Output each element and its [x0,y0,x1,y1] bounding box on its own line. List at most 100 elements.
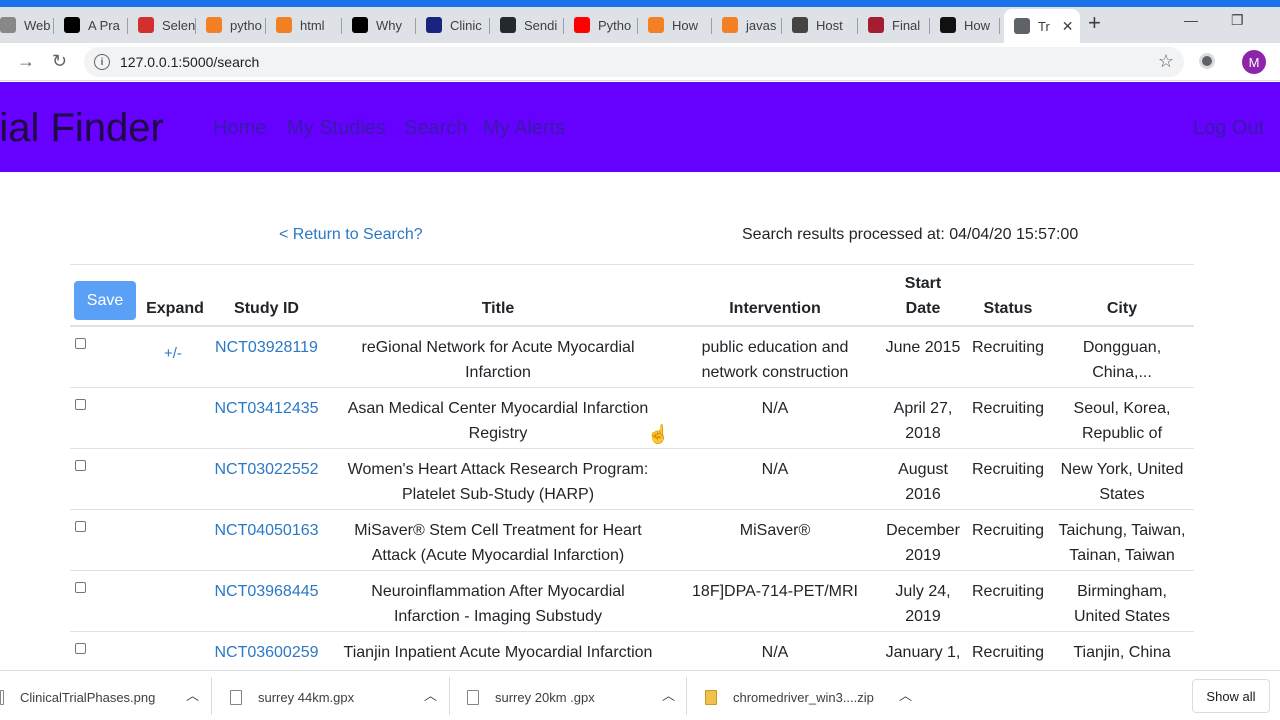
stackoverflow-icon [648,17,664,33]
study-title-line: Attack (Acute Myocardial Infarction) [371,547,625,564]
row-select-checkbox[interactable] [75,521,86,532]
row-select-checkbox[interactable] [75,582,86,593]
restore-icon[interactable]: ❐ [1231,12,1244,29]
download-separator [449,677,450,715]
study-city: Dongguan, China,... [1054,335,1190,385]
github-icon [500,17,516,33]
study-intervention: N/A [675,457,875,482]
download-filename: ClinicalTrialPhases.png [20,689,156,705]
nav-search[interactable]: Search [404,117,467,140]
return-to-search-link[interactable]: < Return to Search? [279,226,423,244]
download-item[interactable]: chromedriver_win3....zip [705,677,874,717]
download-item[interactable]: ClinicalTrialPhases.png [0,677,155,717]
browser-tab[interactable]: How [642,9,712,41]
study-start-date-line: June 2015 [885,339,961,356]
file-icon [230,689,242,705]
study-start-date: January 1, 2018 [880,640,966,669]
nav-my-alerts[interactable]: My Alerts [483,117,565,140]
chevron-up-icon[interactable]: ︿ [662,685,675,704]
study-id-link[interactable]: NCT04050163 [210,518,323,543]
download-item[interactable]: surrey 44km.gpx [230,677,354,717]
tab-label: Web [24,17,51,33]
study-id-link[interactable]: NCT03928119 [210,335,323,360]
browser-toolbar: → ↻ i 127.0.0.1:5000/search ☆ [0,43,1280,81]
youtube-icon [574,17,590,33]
expand-toggle[interactable]: +/- [164,345,182,362]
forward-icon[interactable]: → [17,51,35,72]
study-intervention: 18F]DPA-714-PET/MRI [675,579,875,604]
save-button[interactable]: Save [74,281,136,320]
url-text[interactable]: 127.0.0.1:5000/search [120,54,259,70]
bookmark-star-icon[interactable]: ☆ [1158,51,1174,72]
tab-label: Tr [1038,18,1050,34]
browser-tab[interactable]: Final [862,9,930,41]
col-study-id: Study ID [234,300,299,317]
study-status: Recruiting [971,339,1045,356]
browser-tab[interactable]: Selen [132,9,196,41]
site-brand[interactable]: rial Finder [0,106,164,151]
row-select-checkbox[interactable] [75,460,86,471]
study-id-link[interactable]: NCT03412435 [210,396,323,421]
browser-tab[interactable]: Web [0,9,54,41]
nav-my-studies[interactable]: My Studies [287,117,386,140]
harvard-icon [868,17,884,33]
study-intervention: MiSaver® [675,518,875,543]
browser-tab[interactable]: Clinic [420,9,490,41]
close-tab-icon[interactable]: ✕ [1062,18,1074,35]
browser-tab[interactable]: Why [346,9,416,41]
profile-avatar[interactable]: M [1242,50,1266,74]
show-all-downloads-button[interactable]: Show all [1192,679,1270,713]
extension-icon[interactable] [1199,53,1215,69]
browser-tab[interactable]: Host [786,9,858,41]
browser-tab[interactable]: javas [716,9,782,41]
table-row: NCT04050163 MiSaver® Stem Cell Treatment … [70,510,1194,571]
study-title-line: Asan Medical Center Myocardial Infarctio… [347,400,649,417]
study-intervention-line: MiSaver® [739,522,811,539]
browser-tab[interactable]: html [270,9,342,41]
study-intervention: N/A [675,396,875,421]
browser-tab[interactable]: Sendi [494,9,564,41]
tab-separator [415,18,416,34]
study-start-date-line: 2018 [880,665,966,669]
study-start-date-line: August [898,461,948,478]
row-select-checkbox[interactable] [75,643,86,654]
study-id-link[interactable]: NCT03968445 [210,579,323,604]
selenium-icon [138,17,154,33]
study-city-line: Seoul, Korea, [1073,400,1171,417]
study-start-date-line: July 24, [895,583,951,600]
study-start-date: June 2015 [880,335,966,360]
browser-tab[interactable]: Tr ✕ [1004,9,1080,43]
browser-tab[interactable]: A Pra [58,9,128,41]
study-start-date-line: January 1, [885,644,961,661]
address-bar[interactable]: i 127.0.0.1:5000/search ☆ [84,47,1184,77]
downloads-bar: Show all ClinicalTrialPhases.png ︿ surrey … [0,670,1280,720]
study-id-link[interactable]: NCT03600259 [210,640,323,665]
study-city-line: Taichung, Taiwan, [1058,522,1186,539]
chevron-up-icon[interactable]: ︿ [899,685,912,704]
study-start-date: August 2016 [880,457,966,507]
chevron-up-icon[interactable]: ︿ [424,685,437,704]
browser-tab[interactable]: pytho [200,9,266,41]
nav-home[interactable]: Home [213,117,266,140]
row-select-checkbox[interactable] [75,338,86,349]
tab-separator [929,18,930,34]
main-content: < Return to Search? Search results proce… [0,172,1280,669]
download-item[interactable]: surrey 20km .gpx [467,677,595,717]
chevron-up-icon[interactable]: ︿ [186,685,199,704]
new-tab-button[interactable]: + [1088,10,1101,36]
browser-tab[interactable]: Pytho [568,9,638,41]
study-title-line: Tianjin Inpatient Acute Myocardial Infar… [343,644,653,661]
info-icon[interactable]: i [94,54,110,70]
study-city-line: Birmingham, [1077,583,1167,600]
row-select-checkbox[interactable] [75,399,86,410]
htg-icon [940,17,956,33]
browser-tab[interactable]: How [934,9,1000,41]
nav-log-out[interactable]: Log Out [1193,117,1264,140]
study-city: Taichung, Taiwan, Tainan, Taiwan [1054,518,1190,568]
study-title-line: Infarction [465,364,531,381]
study-start-date-line: 2018 [905,425,941,442]
reload-icon[interactable]: ↻ [52,51,67,72]
study-id-link[interactable]: NCT03022552 [210,457,323,482]
tab-label: Why [376,17,402,33]
minimize-icon[interactable]: — [1184,12,1198,28]
